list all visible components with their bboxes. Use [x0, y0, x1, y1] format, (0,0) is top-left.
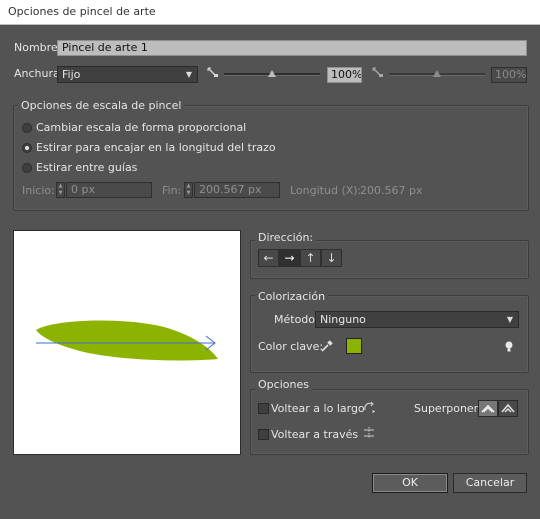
- flip-across-icon: [362, 426, 376, 440]
- flip-across-checkbox[interactable]: [258, 429, 269, 440]
- length-label: Longitud (X):: [290, 184, 362, 197]
- chevron-down-icon: ▼: [185, 70, 192, 79]
- name-input[interactable]: Pincel de arte 1: [57, 40, 527, 56]
- brush-width-icon: [207, 66, 219, 78]
- colorization-legend: Colorización: [255, 290, 329, 303]
- direction-down-button[interactable]: ↓: [321, 249, 342, 267]
- width-value-1[interactable]: 100%: [327, 67, 362, 83]
- options-group: [250, 389, 529, 455]
- direction-right-button[interactable]: →: [279, 249, 300, 267]
- radio-stretch-guides[interactable]: [22, 163, 32, 173]
- options-legend: Opciones: [255, 378, 312, 391]
- name-label: Nombre:: [14, 41, 62, 54]
- brush-width-icon-2: [372, 66, 384, 78]
- end-input[interactable]: 200.567 px: [194, 182, 280, 198]
- width-value-2[interactable]: 100%: [491, 67, 527, 83]
- width-select-value: Fijo: [62, 68, 81, 81]
- direction-legend: Dirección:: [255, 231, 317, 244]
- colorization-group: [250, 295, 529, 373]
- ok-button[interactable]: OK: [372, 473, 448, 493]
- method-select-value: Ninguno: [320, 313, 366, 326]
- radio-proportional[interactable]: [22, 123, 32, 133]
- overlap-none-icon: [501, 403, 515, 413]
- lightbulb-icon[interactable]: [503, 340, 515, 354]
- title-bar: Opciones de pincel de arte: [0, 0, 540, 25]
- scale-options-legend: Opciones de escala de pincel: [18, 99, 185, 112]
- chevron-down-icon: ▼: [506, 315, 513, 324]
- overlap-adjust-button[interactable]: [478, 400, 498, 417]
- radio-stretch-stroke[interactable]: [22, 143, 32, 153]
- direction-up-button[interactable]: ↑: [300, 249, 321, 267]
- key-color-label: Color clave:: [258, 340, 324, 353]
- direction-buttons: ← → ↑ ↓: [258, 249, 342, 267]
- flip-across-label[interactable]: Voltear a través: [271, 428, 358, 441]
- start-label: Inicio:: [22, 184, 55, 197]
- cancel-button[interactable]: Cancelar: [453, 473, 527, 493]
- length-value: 200.567 px: [360, 184, 423, 197]
- method-select[interactable]: Ninguno ▼: [315, 311, 519, 328]
- flip-along-label[interactable]: Voltear a lo largo: [271, 402, 365, 415]
- radio-proportional-label[interactable]: Cambiar escala de forma proporcional: [36, 121, 246, 134]
- overlap-none-button[interactable]: [498, 400, 518, 417]
- start-input[interactable]: 0 px: [66, 182, 152, 198]
- radio-stretch-stroke-label[interactable]: Estirar para encajar en la longitud del …: [36, 141, 276, 154]
- preview-canvas: [36, 320, 218, 361]
- eyedropper-icon[interactable]: [320, 339, 334, 353]
- start-stepper[interactable]: ▲ ▼: [56, 182, 65, 198]
- window-title: Opciones de pincel de arte: [8, 5, 156, 18]
- end-label: Fin:: [162, 184, 182, 197]
- radio-stretch-guides-label[interactable]: Estirar entre guías: [36, 161, 137, 174]
- direction-left-button[interactable]: ←: [258, 249, 279, 267]
- key-color-swatch[interactable]: [346, 338, 362, 354]
- overlap-label: Superponer:: [414, 402, 482, 415]
- end-stepper[interactable]: ▲ ▼: [184, 182, 193, 198]
- width-select[interactable]: Fijo ▼: [57, 66, 198, 83]
- width-slider-1-thumb[interactable]: [268, 70, 276, 77]
- flip-along-checkbox[interactable]: [258, 403, 269, 414]
- brush-leaf-shape: [36, 320, 218, 361]
- method-label: Método:: [274, 313, 319, 326]
- width-slider-2-thumb[interactable]: [433, 70, 441, 77]
- brush-preview: [13, 230, 241, 455]
- flip-along-icon: [362, 400, 376, 414]
- overlap-adjust-icon: [481, 404, 495, 413]
